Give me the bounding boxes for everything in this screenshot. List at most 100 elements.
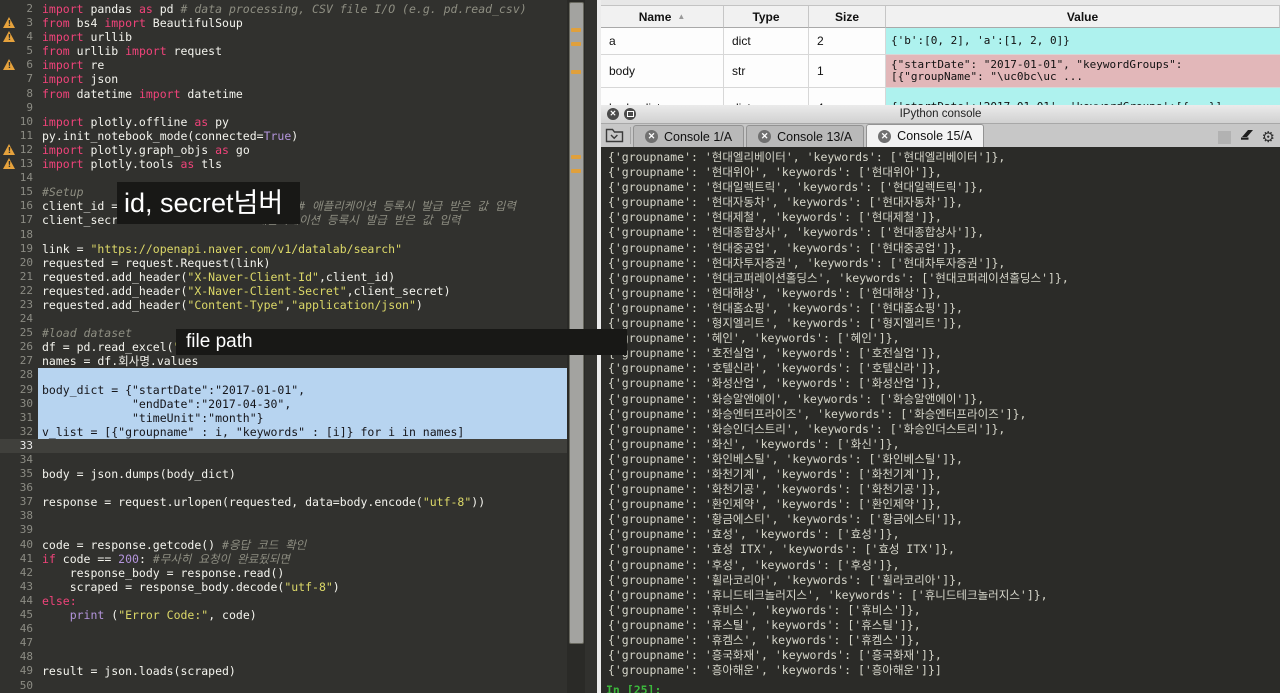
code-text: py.init_notebook_mode(connected=True) <box>42 128 299 143</box>
line-number: 4 <box>26 30 33 44</box>
browse-tabs-icon[interactable] <box>605 127 631 144</box>
console-output-line: {'groupname': '현대자동차', 'keywords': ['현대자… <box>601 195 963 210</box>
pane-title: IPython console <box>899 108 982 120</box>
code-line[interactable]: 44 else: <box>0 594 567 608</box>
options-gear-icon[interactable]: ⚙ <box>1262 129 1275 145</box>
code-line[interactable]: 22 requested.add_header("X-Naver-Client-S… <box>0 284 567 298</box>
tab-close-icon[interactable]: ✕ <box>878 129 892 143</box>
console-tab[interactable]: ✕ Console 13/A <box>746 125 865 147</box>
code-line[interactable]: 20 requested = request.Request(link) <box>0 256 567 270</box>
code-line[interactable]: 21 requested.add_header("X-Naver-Client-I… <box>0 270 567 284</box>
code-line[interactable]: ! 3 from bs4 import BeautifulSoup <box>0 16 567 30</box>
code-line[interactable]: 42 response_body = response.read() <box>0 566 567 580</box>
code-line[interactable]: 27 names = df.회사명.values <box>0 354 567 368</box>
code-text: response = request.urlopen(requested, da… <box>42 495 486 510</box>
column-header-name[interactable]: Name ▲ <box>601 6 724 28</box>
code-line[interactable]: 47 <box>0 636 567 650</box>
code-line[interactable]: 10 import plotly.offline as py <box>0 115 567 129</box>
warning-icon[interactable]: ! <box>3 143 16 156</box>
code-line[interactable]: 24 <box>0 312 567 326</box>
editor-scrollbar-thumb[interactable] <box>569 2 584 644</box>
code-line[interactable]: 5 from urllib import request <box>0 44 567 58</box>
console-output[interactable]: {'groupname': '현대엘리베이터', 'keywords': ['현… <box>601 147 1280 693</box>
code-line[interactable]: ! 13 import plotly.tools as tls <box>0 157 567 171</box>
code-line[interactable]: 7 import json <box>0 72 567 86</box>
line-number: 33 <box>19 438 33 452</box>
console-output-line: {'groupname': '화승인더스트리', 'keywords': ['화… <box>601 421 1006 436</box>
code-line[interactable]: 43 scraped = response_body.decode("utf-8… <box>0 580 567 594</box>
code-line[interactable]: 28 <box>0 368 567 383</box>
variable-type[interactable]: str <box>724 55 809 87</box>
code-line[interactable]: ! 12 import plotly.graph_objs as go <box>0 143 567 157</box>
clear-console-icon[interactable] <box>1238 128 1255 146</box>
variable-size[interactable]: 4 <box>809 88 886 105</box>
line-gutter: 9 <box>0 101 38 115</box>
stop-icon[interactable] <box>1217 130 1231 144</box>
code-line[interactable]: 29 body_dict = {"startDate":"2017-01-01", <box>0 382 567 397</box>
console-output-line: {'groupname': '호전실업', 'keywords': ['호전실업… <box>601 346 942 361</box>
code-line[interactable]: ! 6 import re <box>0 58 567 72</box>
variable-row[interactable]: body_dictdict4{'startDate':'2017-01-01',… <box>601 88 1280 105</box>
code-line[interactable]: 50 <box>0 679 567 693</box>
code-line[interactable]: 31 "timeUnit":"month"} <box>0 410 567 425</box>
line-gutter: 18 <box>0 228 38 242</box>
code-line[interactable]: 32 v_list = [{"groupname" : i, "keywords"… <box>0 424 567 439</box>
code-line[interactable]: 38 <box>0 509 567 523</box>
code-line[interactable]: 33 <box>0 438 567 453</box>
variable-type[interactable]: dict <box>724 28 809 54</box>
line-number: 24 <box>19 312 33 326</box>
code-line[interactable]: 34 <box>0 453 567 467</box>
console-tab[interactable]: ✕ Console 15/A <box>866 124 985 147</box>
line-gutter: 38 <box>0 509 38 523</box>
code-line[interactable]: 49 result = json.loads(scraped) <box>0 664 567 678</box>
code-line[interactable]: 37 response = request.urlopen(requested, … <box>0 495 567 509</box>
pane-undock-icon[interactable] <box>624 108 636 120</box>
code-line[interactable]: ! 4 import urllib <box>0 30 567 44</box>
line-gutter: 24 <box>0 312 38 326</box>
code-line[interactable]: 18 <box>0 228 567 242</box>
variable-type[interactable]: dict <box>724 88 809 105</box>
code-line[interactable]: 36 <box>0 481 567 495</box>
column-header-type[interactable]: Type <box>724 6 809 28</box>
code-line[interactable]: 45 print ("Error Code:", code) <box>0 608 567 622</box>
warning-icon[interactable]: ! <box>3 17 16 29</box>
variable-name[interactable]: body <box>601 55 724 87</box>
variable-name[interactable]: a <box>601 28 724 54</box>
code-line[interactable]: 23 requested.add_header("Content-Type","a… <box>0 298 567 312</box>
variable-row[interactable]: a dict 2 {'b':[0, 2], 'a':[1, 2, 0]} <box>601 28 1280 55</box>
variable-size[interactable]: 1 <box>809 55 886 87</box>
code-line[interactable]: 40 code = response.getcode() #응답 코드 확인 <box>0 538 567 552</box>
code-line[interactable]: 19 link = "https://openapi.naver.com/v1/d… <box>0 242 567 256</box>
pane-close-icon[interactable]: ✕ <box>607 108 619 120</box>
variable-explorer[interactable]: Name ▲ Type Size Value a dict 2 {'b':[0, 2], 'a… <box>601 0 1280 105</box>
warning-icon[interactable]: ! <box>3 59 16 71</box>
code-line[interactable]: 46 <box>0 622 567 636</box>
column-header-value[interactable]: Value <box>886 6 1280 28</box>
code-line[interactable]: 48 <box>0 650 567 664</box>
code-line[interactable]: 2 import pandas as pd # data processing, … <box>0 2 567 16</box>
column-header-size[interactable]: Size <box>809 6 886 28</box>
variable-value[interactable]: {'startDate':'2017-01-01', 'keywordGroup… <box>886 88 1280 105</box>
console-output-line: {'groupname': '혜인', 'keywords': ['혜인']}, <box>601 331 900 346</box>
variable-value[interactable]: {'b':[0, 2], 'a':[1, 2, 0]} <box>886 28 1280 54</box>
code-text <box>38 368 567 383</box>
warning-icon[interactable]: ! <box>3 158 16 170</box>
line-number: 25 <box>19 326 33 340</box>
code-line[interactable]: 35 body = json.dumps(body_dict) <box>0 467 567 481</box>
code-line[interactable]: 8 from datetime import datetime <box>0 87 567 101</box>
console-prompt: In [25]: <box>606 683 662 693</box>
code-line[interactable]: 9 <box>0 101 567 115</box>
code-line[interactable]: 30 "endDate":"2017-04-30", <box>0 396 567 411</box>
variable-row[interactable]: body str 1 {"startDate": "2017-01-01", "key… <box>601 55 1280 88</box>
console-tab[interactable]: ✕ Console 1/A <box>633 125 745 147</box>
code-text: body_dict = {"startDate":"2017-01-01", <box>38 382 567 397</box>
variable-value[interactable]: {"startDate": "2017-01-01", "keywordGrou… <box>886 55 1280 87</box>
warning-icon[interactable]: ! <box>3 31 16 43</box>
code-line[interactable]: 41 if code == 200: #무사히 요청이 완료됬되면 <box>0 552 567 566</box>
code-line[interactable]: 11 py.init_notebook_mode(connected=True) <box>0 129 567 143</box>
code-line[interactable]: 39 <box>0 523 567 537</box>
variable-name[interactable]: body_dict <box>601 88 724 105</box>
tab-close-icon[interactable]: ✕ <box>758 130 772 143</box>
tab-close-icon[interactable]: ✕ <box>645 130 658 143</box>
variable-size[interactable]: 2 <box>809 28 886 54</box>
